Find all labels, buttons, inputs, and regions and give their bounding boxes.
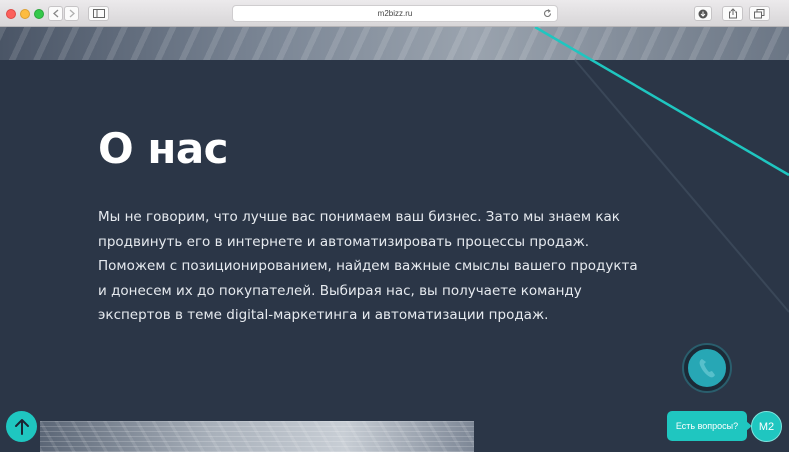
sidebar-icon bbox=[92, 9, 105, 18]
about-paragraph: Мы не говорим, что лучше вас понимаем ва… bbox=[98, 205, 643, 328]
minimize-window-button[interactable] bbox=[20, 9, 30, 19]
tabs-icon bbox=[754, 8, 765, 18]
paragraph-line: Поможем с позиционированием, найдем важн… bbox=[98, 258, 638, 274]
phone-icon bbox=[699, 359, 715, 378]
chat-open-button[interactable]: M2 bbox=[751, 411, 782, 442]
zoom-window-button[interactable] bbox=[34, 9, 44, 19]
tabs-overview-button[interactable] bbox=[749, 6, 770, 21]
browser-toolbar: m2bizz.ru bbox=[0, 0, 789, 27]
sidebar-button[interactable] bbox=[88, 6, 109, 21]
chat-prompt[interactable]: Есть вопросы? bbox=[667, 411, 752, 441]
paragraph-line: Мы не говорим, что лучше вас понимаем ва… bbox=[98, 209, 620, 225]
paragraph-line: и донесем их до покупателей. Выбирая нас… bbox=[98, 282, 582, 299]
forward-button[interactable] bbox=[64, 6, 79, 21]
share-button[interactable] bbox=[722, 6, 743, 21]
paragraph-line: продвинуть его в интернете и автоматизир… bbox=[98, 233, 590, 250]
footer-photo bbox=[40, 421, 474, 452]
download-icon bbox=[698, 9, 708, 18]
close-window-button[interactable] bbox=[6, 9, 16, 19]
arrow-up-icon bbox=[14, 418, 29, 435]
chevron-right-icon bbox=[69, 9, 75, 18]
scroll-to-top-button[interactable] bbox=[6, 411, 37, 442]
back-button[interactable] bbox=[48, 6, 63, 21]
call-button[interactable] bbox=[684, 345, 730, 391]
chevron-left-icon bbox=[52, 9, 58, 18]
paragraph-line: экспертов в теме digital-маркетинга и ав… bbox=[98, 307, 549, 323]
page-title: О нас bbox=[98, 124, 229, 173]
reload-icon[interactable] bbox=[543, 9, 552, 18]
header-photo bbox=[0, 27, 789, 60]
address-bar[interactable]: m2bizz.ru bbox=[232, 5, 558, 22]
downloads-button[interactable] bbox=[694, 6, 712, 21]
share-icon bbox=[728, 8, 737, 19]
url-text: m2bizz.ru bbox=[377, 9, 413, 18]
